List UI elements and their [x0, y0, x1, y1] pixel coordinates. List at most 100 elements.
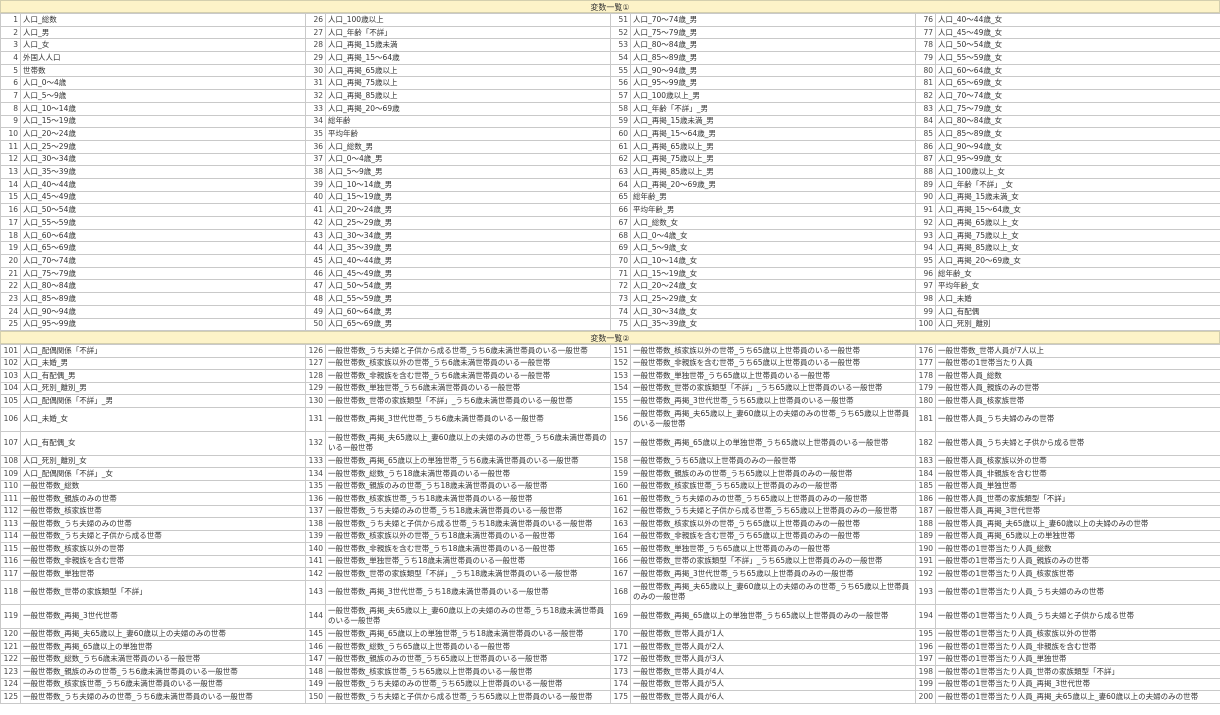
variable-number: 73	[610, 292, 631, 306]
variable-number: 54	[610, 51, 631, 65]
variable-name: 人口_55～59歳_女	[935, 51, 1220, 65]
variable-number: 113	[0, 517, 21, 531]
variable-number: 40	[305, 190, 326, 205]
variable-number: 70	[610, 254, 631, 268]
variable-number: 38	[305, 165, 326, 179]
variable-number: 157	[610, 430, 631, 456]
variable-number: 61	[610, 139, 631, 154]
variable-name: 一般世帯数_非親族を含む世帯	[20, 554, 306, 569]
variable-name: 人口_80～84歳_女	[935, 114, 1220, 129]
variable-name: 人口_未婚_男	[20, 356, 306, 371]
variable-number: 153	[610, 369, 631, 383]
variable-name: 人口_40～44歳	[20, 177, 306, 192]
variable-number: 106	[0, 406, 21, 432]
variable-number: 76	[915, 13, 936, 27]
variable-number: 189	[915, 529, 936, 544]
variable-name: 人口_65～69歳_女	[935, 76, 1220, 91]
variable-number: 41	[305, 203, 326, 217]
variable-name: 一般世帯数_非親族を含む世帯_うち65歳以上世帯員のいる一般世帯	[630, 356, 916, 371]
variable-number: 146	[305, 640, 326, 654]
variable-name: 一般世帯数_うち夫婦と子供から成る世帯_うち18歳未満世帯員のいる一般世帯	[325, 517, 611, 531]
variable-name: 一般世帯数_うち夫婦と子供から成る世帯_うち65歳以上世帯員のいる一般世帯	[325, 690, 611, 704]
variable-name: 人口_再掲_15～64歳_男	[630, 127, 916, 141]
table-row: 112 一般世帯数_核家族世帯 137 一般世帯数_うち夫婦のみの世帯_うち18歳未満…	[0, 504, 1220, 519]
variable-name: 一般世帯数_核家族世帯_うち6歳未満世帯員のいる一般世帯	[20, 677, 306, 692]
variable-name: 人口_45～49歳	[20, 190, 306, 205]
table-row: 7 人口_5～9歳 32 人口_再掲_85歳以上 57 人口_100歳以上_男 82 人口_7…	[0, 89, 1220, 103]
variable-number: 122	[0, 652, 21, 667]
table-row: 23 人口_85～89歳 48 人口_55～59歳_男 73 人口_25～29歳_女 98 人…	[0, 292, 1220, 306]
table-row: 119 一般世帯数_再掲_3世代世帯 144 一般世帯数_再掲_夫65歳以上_妻60歳…	[0, 603, 1220, 629]
variable-name: 人口_再掲_85歳以上_男	[630, 165, 916, 179]
variable-number: 154	[610, 381, 631, 396]
variable-number: 44	[305, 241, 326, 256]
variable-number: 39	[305, 177, 326, 192]
variable-number: 33	[305, 101, 326, 116]
variable-number: 139	[305, 529, 326, 544]
variable-number: 133	[305, 454, 326, 469]
variable-name: 平均年齢_女	[935, 279, 1220, 294]
variable-number: 119	[0, 603, 21, 629]
variable-name: 人口_30～34歳	[20, 152, 306, 167]
variable-number: 21	[0, 266, 21, 281]
variable-number: 112	[0, 504, 21, 519]
variable-name: 人口_55～59歳	[20, 216, 306, 230]
table-row: 111 一般世帯数_親族のみの世帯 136 一般世帯数_核家族世帯_うち18歳未満世帯…	[0, 492, 1220, 506]
table-row: 121 一般世帯数_再掲_65歳以上の単独世帯 146 一般世帯数_総数_うち65歳以…	[0, 640, 1220, 654]
variable-number: 195	[915, 627, 936, 642]
variable-number: 181	[915, 406, 936, 432]
table-row: 106 人口_未婚_女 131 一般世帯数_再掲_3世代世帯_うち6歳未満世帯員のいる…	[0, 406, 1220, 432]
variable-name: 一般世帯数_再掲_65歳以上の単独世帯	[20, 640, 306, 654]
variable-name: 一般世帯数_再掲_夫65歳以上_妻60歳以上の夫婦のみの世帯_うち65歳以上世帯…	[630, 406, 916, 432]
variable-name: 一般世帯人員_再掲_65歳以上の単独世帯	[935, 529, 1220, 544]
variable-number: 150	[305, 690, 326, 704]
variable-number: 85	[915, 127, 936, 141]
variable-name: 人口_20～24歳_女	[630, 279, 916, 294]
table-row: 4 外国人人口 29 人口_再掲_15～64歳 54 人口_85～89歳_男 79 人口_55…	[0, 51, 1220, 65]
variable-name: 一般世帯数_非親族を含む世帯_うち18歳未満世帯員のいる一般世帯	[325, 542, 611, 556]
variable-name: 一般世帯人員_総数	[935, 369, 1220, 383]
variable-name: 人口_再掲_15歳未満	[325, 38, 611, 53]
variable-number: 98	[915, 292, 936, 306]
variable-name: 一般世帯数_うち夫婦と子供から成る世帯	[20, 529, 306, 544]
variable-number: 156	[610, 406, 631, 432]
variable-name: 一般世帯の1世帯当たり人員_非親族を含む世帯	[935, 640, 1220, 654]
variable-number: 101	[0, 344, 21, 358]
variable-number: 118	[0, 579, 21, 605]
table-row: 24 人口_90～94歳 49 人口_60～64歳_男 74 人口_30～34歳_女 99 人…	[0, 304, 1220, 319]
variable-name: 一般世帯数_核家族世帯_うち18歳未満世帯員のいる一般世帯	[325, 492, 611, 506]
variable-number: 80	[915, 63, 936, 78]
variable-name: 人口_有配偶	[935, 304, 1220, 319]
variable-name: 一般世帯数_世帯人員が1人	[630, 627, 916, 642]
table-row: 125 一般世帯数_うち夫婦のみの世帯_うち6歳未満世帯員のいる一般世帯 150 一般…	[0, 690, 1220, 704]
variable-number: 193	[915, 579, 936, 605]
table-row: 1 人口_総数 26 人口_100歳以上 51 人口_70～74歳_男 76 人口_40～44…	[0, 13, 1220, 27]
table-row: 104 人口_死別_離別_男 129 一般世帯数_単独世帯_うち6歳未満世帯員のいる一…	[0, 381, 1220, 396]
variable-name: 一般世帯数_親族のみの世帯	[20, 492, 306, 506]
section-1-header: 変数一覧①	[0, 0, 1220, 13]
variable-name: 一般世帯数_世帯の家族類型「不詳」_うち6歳未満世帯員のいる一般世帯	[325, 394, 611, 408]
variable-name: 一般世帯の1世帯当たり人員	[935, 356, 1220, 371]
variable-name: 一般世帯数_再掲_3世代世帯_うち6歳未満世帯員のいる一般世帯	[325, 406, 611, 432]
variable-number: 60	[610, 127, 631, 141]
variable-name: 一般世帯数_うち夫婦のみの世帯_うち6歳未満世帯員のいる一般世帯	[20, 690, 306, 704]
variable-name: 人口_死別_離別_女	[20, 454, 306, 469]
variable-name: 人口_配偶関係「不詳」_男	[20, 394, 306, 408]
variable-number: 25	[0, 317, 21, 332]
variable-name: 一般世帯人員_世帯の家族類型「不詳」	[935, 492, 1220, 506]
variable-number: 16	[0, 203, 21, 217]
variable-number: 75	[610, 317, 631, 332]
variable-name: 人口_75～79歳_男	[630, 25, 916, 40]
variable-name: 人口_0～4歳	[20, 76, 306, 91]
variable-table-2: 101 人口_配偶関係「不詳」 126 一般世帯数_うち夫婦と子供から成る世帯_うち6…	[0, 344, 1220, 704]
variable-name: 一般世帯数_単独世帯_うち65歳以上世帯員のいる一般世帯	[630, 369, 916, 383]
variable-number: 129	[305, 381, 326, 396]
variable-name: 人口_40～44歳_女	[935, 13, 1220, 27]
variable-number: 191	[915, 554, 936, 569]
variable-number: 48	[305, 292, 326, 306]
variable-name: 人口_45～49歳_男	[325, 266, 611, 281]
table-row: 110 一般世帯数_総数 135 一般世帯数_親族のみの世帯_うち18歳未満世帯員のい…	[0, 479, 1220, 494]
variable-name: 一般世帯数_単独世帯	[20, 567, 306, 581]
variable-number: 131	[305, 406, 326, 432]
variable-name: 人口_再掲_20～69歳	[325, 101, 611, 116]
